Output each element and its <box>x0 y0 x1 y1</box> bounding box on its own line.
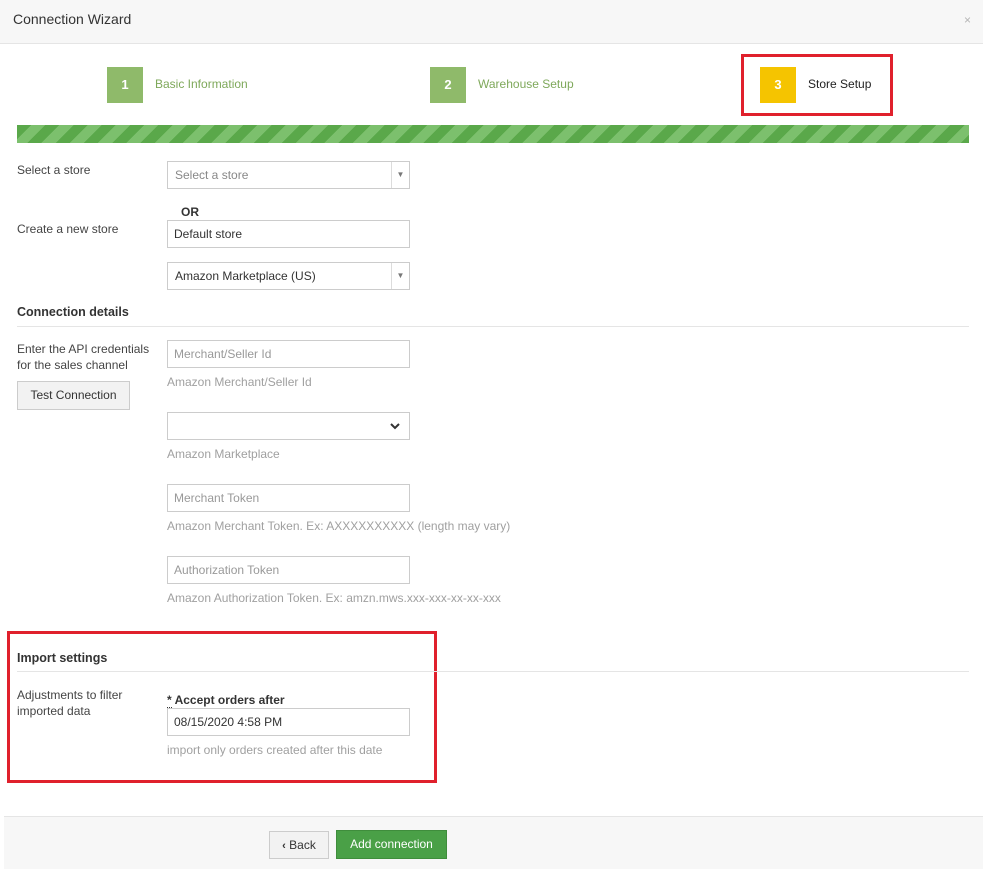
close-icon[interactable]: × <box>964 13 971 27</box>
chevron-down-icon <box>390 423 400 430</box>
accept-orders-hint: import only orders created after this da… <box>167 743 383 757</box>
back-button-label: Back <box>289 838 316 852</box>
modal-header: Connection Wizard × <box>0 0 983 44</box>
caret-down-icon: ▼ <box>391 263 409 289</box>
modal-footer <box>4 816 983 869</box>
marketplace-hint: Amazon Marketplace <box>167 447 280 461</box>
wizard-progress-bar <box>17 125 969 143</box>
authorization-token-hint: Amazon Authorization Token. Ex: amzn.mws… <box>167 591 501 605</box>
or-separator: OR <box>181 205 199 219</box>
section-divider <box>17 671 969 672</box>
accept-orders-after-input[interactable] <box>167 708 410 736</box>
required-marker: * <box>167 693 172 708</box>
merchant-id-input[interactable] <box>167 340 410 368</box>
section-divider <box>17 326 969 327</box>
step-3-number[interactable]: 3 <box>760 67 796 103</box>
select-store-label: Select a store <box>17 163 91 177</box>
sales-channel-value: Amazon Marketplace (US) <box>175 269 316 283</box>
merchant-token-hint: Amazon Merchant Token. Ex: AXXXXXXXXXX (… <box>167 519 511 533</box>
marketplace-select[interactable] <box>167 412 410 440</box>
authorization-token-input[interactable] <box>167 556 410 584</box>
step-3-label[interactable]: Store Setup <box>808 77 871 91</box>
accept-orders-label: * Accept orders after <box>167 693 285 708</box>
new-store-name-input[interactable] <box>167 220 410 248</box>
modal-title: Connection Wizard <box>13 11 132 27</box>
test-connection-button[interactable]: Test Connection <box>17 381 130 410</box>
back-button[interactable]: ‹ Back <box>269 831 329 859</box>
merchant-id-hint: Amazon Merchant/Seller Id <box>167 375 312 389</box>
import-settings-title: Import settings <box>17 651 108 665</box>
merchant-token-input[interactable] <box>167 484 410 512</box>
select-store-value: Select a store <box>175 168 249 182</box>
select-store-dropdown[interactable]: Select a store ▼ <box>167 161 410 189</box>
step-1-number[interactable]: 1 <box>107 67 143 103</box>
step-2-number[interactable]: 2 <box>430 67 466 103</box>
add-connection-button[interactable]: Add connection <box>336 830 447 859</box>
create-store-label: Create a new store <box>17 222 119 236</box>
chevron-left-icon: ‹ <box>282 840 286 852</box>
sales-channel-dropdown[interactable]: Amazon Marketplace (US) ▼ <box>167 262 410 290</box>
connection-description: Enter the API credentials for the sales … <box>17 342 150 372</box>
step-2-label[interactable]: Warehouse Setup <box>478 77 574 91</box>
step-1-label[interactable]: Basic Information <box>155 77 248 91</box>
import-description: Adjustments to filter imported data <box>17 688 123 718</box>
accept-orders-label-text: Accept orders after <box>174 693 285 707</box>
connection-details-title: Connection details <box>17 305 129 319</box>
caret-down-icon: ▼ <box>391 162 409 188</box>
